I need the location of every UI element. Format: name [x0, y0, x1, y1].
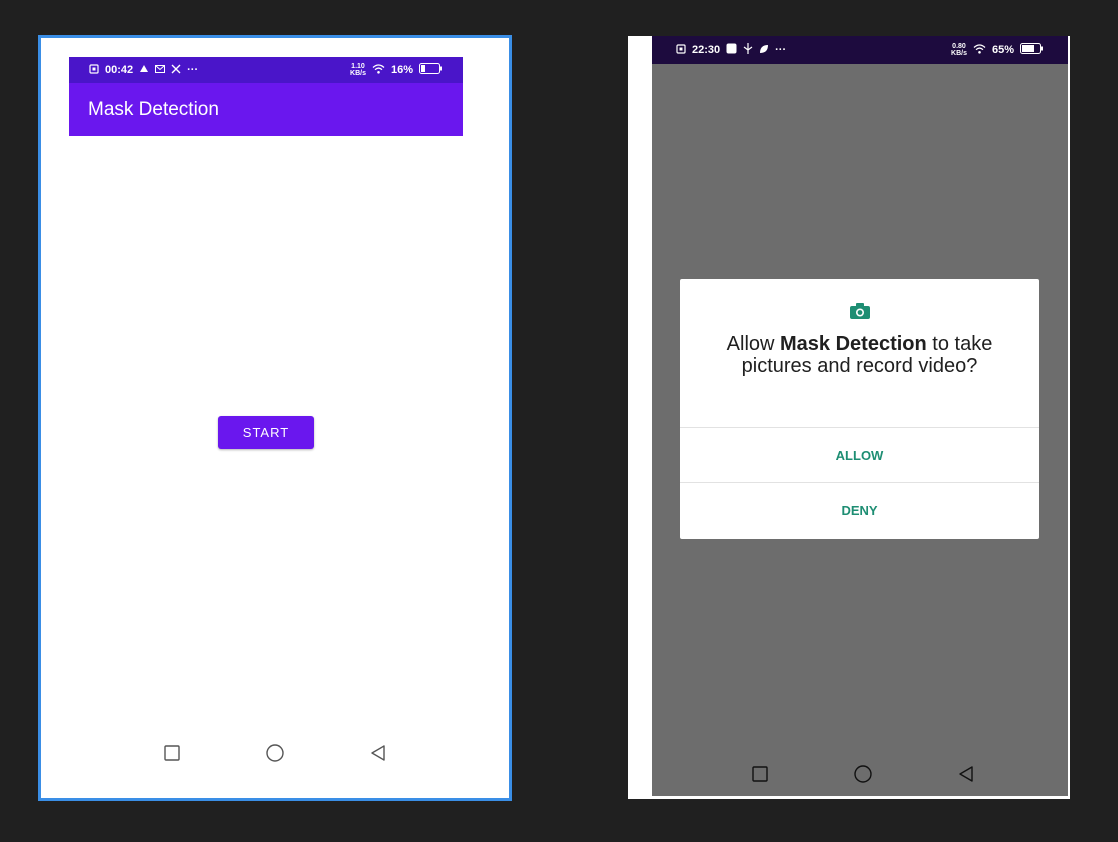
- mail-icon: [155, 64, 166, 76]
- tools-icon: [171, 64, 181, 77]
- camera-icon: [849, 302, 871, 320]
- status-left: 22:30 ···: [676, 43, 786, 57]
- start-button[interactable]: START: [218, 416, 314, 449]
- status-time: 00:42: [105, 64, 134, 76]
- dialog-message: Allow Mask Detection to take pictures an…: [726, 333, 993, 377]
- deny-button[interactable]: DENY: [680, 482, 1039, 537]
- app-title: Mask Detection: [88, 98, 219, 120]
- cloud-icon: [139, 64, 149, 76]
- more-dots-icon: ···: [187, 64, 199, 76]
- status-time: 22:30: [692, 44, 721, 56]
- wifi-icon: [973, 43, 986, 57]
- left-phone-screenshot: 00:42 ··· 1.10 KB/s 16% Mask Detection S…: [38, 35, 512, 801]
- app-notification-icon: [726, 43, 737, 57]
- home-circle-icon[interactable]: [851, 762, 875, 786]
- status-left: 00:42 ···: [89, 63, 199, 77]
- sim-icon: [676, 43, 686, 57]
- battery-icon: [419, 63, 443, 77]
- permission-dialog: Allow Mask Detection to take pictures an…: [680, 279, 1039, 539]
- recents-square-icon[interactable]: [160, 741, 184, 765]
- back-triangle-icon[interactable]: [954, 762, 978, 786]
- leaf-icon: [759, 44, 769, 57]
- battery-percent: 16%: [390, 64, 413, 76]
- net-speed: 0.80 KB/s: [951, 43, 967, 57]
- status-bar: 22:30 ··· 0.80 KB/s 65%: [652, 36, 1068, 64]
- allow-button[interactable]: ALLOW: [680, 427, 1039, 482]
- net-speed: 1.10 KB/s: [350, 63, 366, 77]
- back-triangle-icon[interactable]: [366, 741, 390, 765]
- wifi-icon: [372, 63, 385, 77]
- home-circle-icon[interactable]: [263, 741, 287, 765]
- status-right: 1.10 KB/s 16%: [350, 63, 443, 77]
- nav-bar: [160, 741, 390, 765]
- nav-bar: [748, 762, 978, 786]
- usb-icon: [743, 43, 753, 57]
- status-right: 0.80 KB/s 65%: [951, 43, 1044, 57]
- battery-icon: [1020, 43, 1044, 57]
- right-phone-screenshot: 22:30 ··· 0.80 KB/s 65% Allow Mask Detec…: [628, 36, 1070, 799]
- recents-square-icon[interactable]: [748, 762, 772, 786]
- sim-icon: [89, 63, 99, 77]
- app-bar: Mask Detection: [69, 83, 463, 136]
- battery-percent: 65%: [991, 44, 1014, 56]
- dimmed-screen: 22:30 ··· 0.80 KB/s 65% Allow Mask Detec…: [652, 36, 1068, 796]
- status-bar: 00:42 ··· 1.10 KB/s 16%: [69, 57, 463, 83]
- dialog-app-name: Mask Detection: [780, 333, 927, 355]
- more-dots-icon: ···: [775, 44, 787, 56]
